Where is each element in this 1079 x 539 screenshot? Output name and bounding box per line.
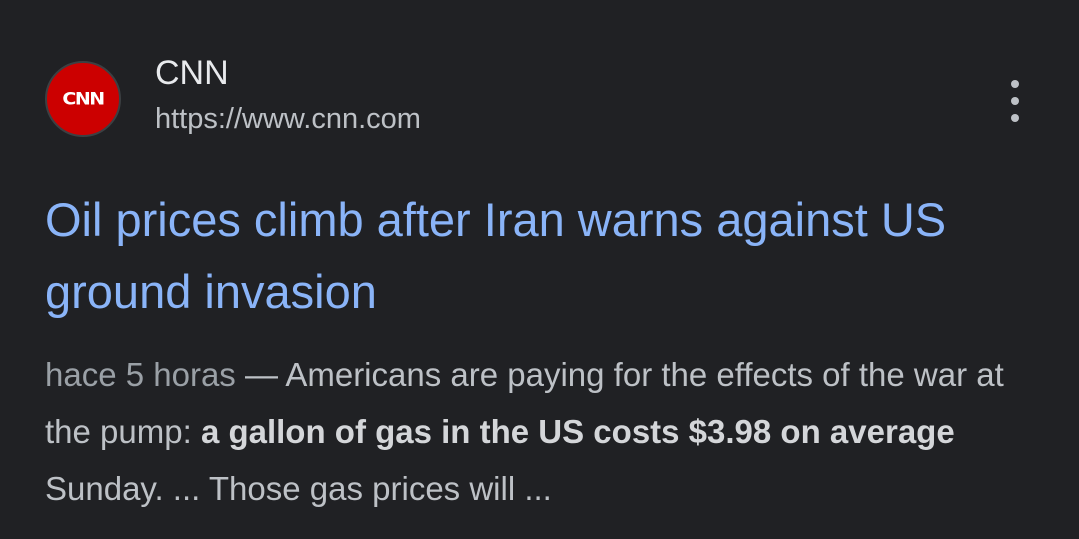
site-name: CNN [155, 54, 229, 92]
search-result-card: CNN CNN https://www.cnn.com Oil prices c… [0, 0, 1079, 539]
source-text: CNN https://www.cnn.com [155, 54, 421, 136]
site-url: https://www.cnn.com [155, 103, 421, 135]
snippet-separator: — [235, 356, 286, 393]
result-headline-link[interactable]: Oil prices climb after Iran warns agains… [45, 184, 1005, 328]
more-options-icon[interactable] [1003, 80, 1027, 122]
cnn-logo: CNN [45, 61, 121, 137]
result-snippet: hace 5 horas — Americans are paying for … [45, 346, 1035, 517]
dot [1011, 97, 1019, 105]
dot [1011, 80, 1019, 88]
snippet-bold: a gallon of gas in the US costs $3.98 on… [200, 413, 955, 450]
result-source[interactable]: CNN CNN https://www.cnn.com [45, 53, 421, 137]
logo-text: CNN [62, 89, 105, 109]
snippet-text-2: Sunday. ... Those gas prices will ... [45, 470, 552, 507]
dot [1011, 114, 1019, 122]
snippet-date: hace 5 horas [45, 356, 236, 393]
